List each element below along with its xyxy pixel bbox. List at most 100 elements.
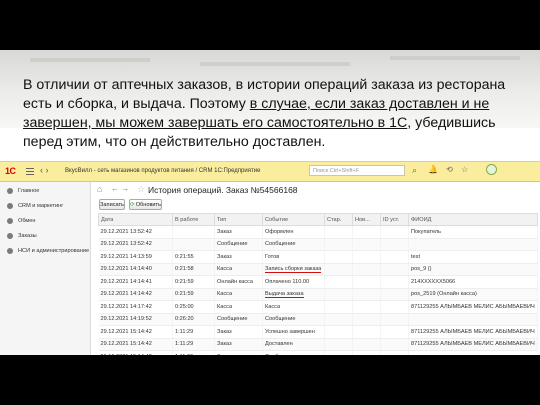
sidebar-item[interactable]: Главное bbox=[0, 184, 90, 197]
table-cell: 29.12.2021 14:14:40 bbox=[98, 263, 173, 276]
table-row[interactable]: 29.12.2021 15:14:42 1:11:29 Заказ Успешно з… bbox=[98, 325, 538, 339]
column-header[interactable]: Нов... bbox=[352, 213, 381, 226]
table-cell bbox=[324, 250, 353, 264]
table-cell: 29.12.2021 14:14:41 bbox=[98, 275, 173, 289]
sidebar: Главное CRM и маркетинг Обмен Заказы НСИ и а… bbox=[0, 182, 91, 355]
column-header[interactable]: Стар. bbox=[324, 213, 353, 226]
table-cell bbox=[380, 225, 409, 239]
table-cell: 0:25:00 bbox=[172, 300, 215, 314]
table-cell: Запись сборки заказа bbox=[262, 263, 325, 276]
table-cell bbox=[380, 275, 409, 289]
table-cell bbox=[324, 325, 353, 339]
headline-text: В отличии от аптечных заказов, в истории… bbox=[23, 76, 528, 152]
table-cell: Оформлен bbox=[262, 225, 325, 239]
table-cell bbox=[352, 250, 381, 264]
table-cell bbox=[324, 288, 353, 301]
table-cell bbox=[380, 238, 409, 251]
sidebar-item[interactable]: Заказы bbox=[0, 229, 90, 242]
slide: В отличии от аптечных заказов, в истории… bbox=[0, 50, 540, 355]
column-header[interactable]: ID уст. bbox=[380, 213, 409, 226]
search-icon[interactable]: ⌕ bbox=[412, 165, 417, 176]
table-cell: Сообщение bbox=[214, 313, 263, 326]
table-cell: 29.12.2021 14:19:52 bbox=[98, 313, 173, 326]
highlighted-event: Выдача заказа bbox=[265, 291, 304, 299]
nav-arrows-icon[interactable]: ‹ › bbox=[40, 165, 49, 175]
sidebar-item[interactable]: НСИ и администрирование bbox=[0, 244, 90, 257]
home-icon[interactable]: ⌂ bbox=[97, 184, 102, 194]
table-cell bbox=[352, 275, 381, 289]
table-cell: 1:11:29 bbox=[172, 338, 215, 351]
menu-icon bbox=[7, 232, 13, 239]
table-cell bbox=[380, 338, 409, 351]
table-row[interactable]: 29.12.2021 13:52:42 Заказ Оформлен Покупате… bbox=[98, 225, 538, 239]
table-cell: Заказ bbox=[214, 225, 263, 239]
table-cell bbox=[408, 350, 538, 355]
table-row[interactable]: 29.12.2021 13:52:42 Сообщение Сообщение bbox=[98, 238, 538, 251]
column-header[interactable]: В работе bbox=[172, 213, 215, 226]
table-cell bbox=[324, 313, 353, 326]
refresh-label: Обновить bbox=[135, 202, 162, 208]
table-cell: Заказ bbox=[214, 338, 263, 351]
table-cell: Оплачено 110.00 bbox=[262, 275, 325, 289]
write-button[interactable]: Записать bbox=[99, 199, 125, 210]
table-cell bbox=[352, 338, 381, 351]
column-header[interactable]: Тип bbox=[214, 213, 263, 226]
table-cell: 871129255 АЛЫМБАЕВ МЕЛИС АБЫМБАЕВИЧ bbox=[408, 325, 538, 339]
search-input[interactable]: Поиск Ctrl+Shift+F bbox=[309, 165, 405, 176]
table-cell bbox=[380, 250, 409, 264]
table-row[interactable]: 29.12.2021 15:14:42 1:11:29 Заказ Доставлен… bbox=[98, 338, 538, 351]
table-cell: 29.12.2021 15:14:42 bbox=[98, 350, 173, 355]
column-header[interactable]: Дата bbox=[98, 213, 173, 226]
table-cell bbox=[352, 263, 381, 276]
sidebar-item[interactable]: Обмен bbox=[0, 214, 90, 227]
window-header: ⌂ ← → ☆ История операций. Заказ №5456616… bbox=[91, 182, 540, 198]
app-topbar: 1С ‹ › ВкусВилл - сеть магазинов продукт… bbox=[0, 162, 540, 182]
table-cell: 29.12.2021 13:52:42 bbox=[98, 238, 173, 251]
toolbar-icons[interactable]: 🔔 ⟲ ☆ bbox=[428, 165, 471, 174]
table-cell: 29.12.2021 14:13:59 bbox=[98, 250, 173, 264]
sidebar-item-label: НСИ и администрирование bbox=[18, 247, 90, 254]
table-cell bbox=[324, 225, 353, 239]
table-cell: 29.12.2021 14:14:42 bbox=[98, 288, 173, 301]
table-row[interactable]: 29.12.2021 14:14:40 0:21:58 Касса Запись сб… bbox=[98, 263, 538, 276]
back-forward-icon[interactable]: ← → bbox=[111, 184, 129, 193]
table-cell: Касса bbox=[214, 288, 263, 301]
table-cell bbox=[408, 313, 538, 326]
table-cell: 871129255 АЛЫМБАЕВ МЕЛИС АБЫМБАЕВИЧ bbox=[408, 300, 538, 314]
table-cell bbox=[352, 313, 381, 326]
favorite-star-icon[interactable]: ☆ bbox=[137, 184, 145, 195]
menu-icon bbox=[7, 217, 13, 224]
table-cell: Касса bbox=[214, 263, 263, 276]
table-cell: Заказ bbox=[214, 350, 263, 355]
table-cell bbox=[352, 225, 381, 239]
table-cell: pos_9 () bbox=[408, 263, 538, 276]
sidebar-item[interactable]: CRM и маркетинг bbox=[0, 199, 90, 212]
table-row[interactable]: 29.12.2021 14:14:41 0:21:59 Онлайн касса Оп… bbox=[98, 275, 538, 289]
table-row[interactable]: 29.12.2021 15:14:421:11:29ЗаказСообщение bbox=[98, 350, 538, 355]
table-row[interactable]: 29.12.2021 14:19:52 0:26:20 Сообщение Сообщ… bbox=[98, 313, 538, 326]
operations-table: Дата В работе Тип Событие Стар. Нов... ID уст.… bbox=[98, 213, 538, 355]
table-cell bbox=[324, 300, 353, 314]
sidebar-item-label: Обмен bbox=[18, 217, 36, 224]
table-cell: test bbox=[408, 250, 538, 264]
table-cell: Выдача заказа bbox=[262, 288, 325, 301]
table-row[interactable]: 29.12.2021 14:13:59 0:21:55 Заказ Готов test bbox=[98, 250, 538, 264]
table-cell bbox=[352, 300, 381, 314]
table-cell bbox=[380, 263, 409, 276]
column-header[interactable]: ФИОИД bbox=[408, 213, 538, 226]
table-cell bbox=[324, 350, 353, 355]
table-cell: Сообщение bbox=[262, 313, 325, 326]
table-row[interactable]: 29.12.2021 14:14:42 0:21:59 Касса Выдача за… bbox=[98, 288, 538, 301]
table-cell: Успешно завершен bbox=[262, 325, 325, 339]
table-row[interactable]: 29.12.2021 14:17:42 0:25:00 Касса Касса 8711… bbox=[98, 300, 538, 314]
table-cell: pos_2519 (Онлайн касса) bbox=[408, 288, 538, 301]
table-cell bbox=[380, 313, 409, 326]
column-header[interactable]: Событие bbox=[262, 213, 325, 226]
table-cell: 0:26:20 bbox=[172, 313, 215, 326]
table-cell bbox=[324, 238, 353, 251]
avatar[interactable] bbox=[486, 164, 497, 175]
table-cell: Покупатель bbox=[408, 225, 538, 239]
table-cell bbox=[352, 350, 381, 355]
grid-menu-icon[interactable] bbox=[26, 168, 34, 175]
refresh-button[interactable]: ⟳Обновить bbox=[129, 199, 162, 210]
